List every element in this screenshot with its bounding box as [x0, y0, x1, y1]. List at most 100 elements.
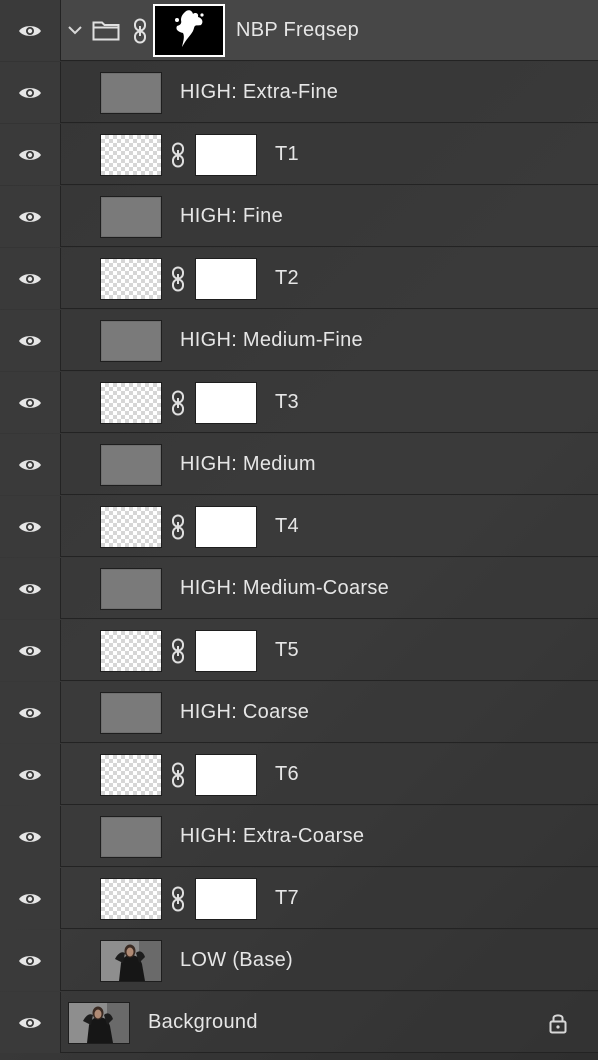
transparent-thumbnail[interactable]	[100, 382, 162, 424]
visibility-toggle[interactable]	[0, 186, 61, 247]
transparent-thumbnail[interactable]	[100, 506, 162, 548]
layer-name[interactable]: HIGH: Medium-Coarse	[180, 558, 389, 619]
layer-row[interactable]: T5	[0, 620, 598, 681]
group-name[interactable]: NBP Freqsep	[236, 0, 359, 61]
background-layer-row[interactable]: Background	[0, 992, 598, 1053]
layer-row[interactable]: HIGH: Extra-Fine	[0, 62, 598, 123]
link-icon[interactable]	[171, 638, 185, 664]
link-icon[interactable]	[171, 762, 185, 788]
layer-thumbnail[interactable]	[100, 692, 162, 734]
eye-icon	[19, 459, 41, 470]
layer-group-row[interactable]: NBP Freqsep	[0, 0, 598, 61]
mask-thumbnail[interactable]	[195, 506, 257, 548]
layer-name[interactable]: T1	[275, 124, 299, 185]
layer-row[interactable]: T4	[0, 496, 598, 557]
eye-icon	[19, 149, 41, 160]
link-icon[interactable]	[171, 886, 185, 912]
visibility-toggle[interactable]	[0, 992, 61, 1053]
transparent-thumbnail[interactable]	[100, 258, 162, 300]
link-icon[interactable]	[171, 514, 185, 540]
layer-row[interactable]: T2	[0, 248, 598, 309]
layer-thumbnail[interactable]	[100, 72, 162, 114]
layer-row[interactable]: T6	[0, 744, 598, 805]
layers-panel: NBP Freqsep HIGH: Extra-Fine T1 HIGH: Fine…	[0, 0, 598, 1060]
visibility-toggle[interactable]	[0, 868, 61, 929]
eye-icon	[19, 211, 41, 222]
layer-name[interactable]: HIGH: Fine	[180, 186, 283, 247]
layer-name[interactable]: T2	[275, 248, 299, 309]
layer-row[interactable]: T7	[0, 868, 598, 929]
portrait-image	[101, 941, 161, 981]
mask-thumbnail[interactable]	[195, 630, 257, 672]
transparent-thumbnail[interactable]	[100, 878, 162, 920]
layer-row[interactable]: HIGH: Coarse	[0, 682, 598, 743]
background-name[interactable]: Background	[148, 992, 258, 1053]
visibility-toggle[interactable]	[0, 434, 61, 495]
photo-thumbnail[interactable]	[68, 1002, 130, 1044]
eye-icon	[19, 397, 41, 408]
mask-thumbnail[interactable]	[195, 134, 257, 176]
layer-name[interactable]: LOW (Base)	[180, 930, 293, 991]
visibility-toggle[interactable]	[0, 930, 61, 991]
layer-name[interactable]: T4	[275, 496, 299, 557]
eye-icon	[19, 87, 41, 98]
mask-thumbnail[interactable]	[195, 754, 257, 796]
layer-row[interactable]: HIGH: Medium-Fine	[0, 310, 598, 371]
link-icon[interactable]	[171, 390, 185, 416]
layer-thumbnail[interactable]	[100, 568, 162, 610]
visibility-toggle[interactable]	[0, 558, 61, 619]
layer-thumbnail[interactable]	[100, 320, 162, 362]
visibility-toggle[interactable]	[0, 62, 61, 123]
layer-row[interactable]: HIGH: Extra-Coarse	[0, 806, 598, 867]
link-icon[interactable]	[171, 142, 185, 168]
visibility-toggle[interactable]	[0, 496, 61, 557]
layer-name[interactable]: T7	[275, 868, 299, 929]
mask-thumbnail[interactable]	[195, 382, 257, 424]
layer-thumbnail[interactable]	[100, 816, 162, 858]
transparent-thumbnail[interactable]	[100, 134, 162, 176]
eye-icon	[19, 831, 41, 842]
chevron-down-icon[interactable]	[66, 21, 84, 39]
folder-icon	[92, 21, 120, 41]
layer-name[interactable]: HIGH: Coarse	[180, 682, 309, 743]
mask-thumbnail[interactable]	[195, 878, 257, 920]
layer-name[interactable]: HIGH: Extra-Coarse	[180, 806, 364, 867]
lock-icon[interactable]	[546, 1011, 570, 1035]
layer-row[interactable]: LOW (Base)	[0, 930, 598, 991]
eye-icon	[19, 25, 41, 36]
eye-icon	[19, 335, 41, 346]
layer-name[interactable]: T3	[275, 372, 299, 433]
mask-shape-icon	[175, 10, 204, 47]
layer-thumbnail[interactable]	[100, 196, 162, 238]
layer-name[interactable]: T6	[275, 744, 299, 805]
eye-icon	[19, 769, 41, 780]
visibility-toggle[interactable]	[0, 682, 61, 743]
link-icon[interactable]	[133, 18, 147, 44]
layer-row[interactable]: T3	[0, 372, 598, 433]
layer-name[interactable]: T5	[275, 620, 299, 681]
layer-thumbnail[interactable]	[100, 444, 162, 486]
layer-row[interactable]: T1	[0, 124, 598, 185]
transparent-thumbnail[interactable]	[100, 630, 162, 672]
visibility-toggle[interactable]	[0, 248, 61, 309]
layer-row[interactable]: HIGH: Medium	[0, 434, 598, 495]
layer-row[interactable]: HIGH: Medium-Coarse	[0, 558, 598, 619]
layer-name[interactable]: HIGH: Extra-Fine	[180, 62, 338, 123]
visibility-toggle[interactable]	[0, 124, 61, 185]
visibility-toggle[interactable]	[0, 620, 61, 681]
layer-name[interactable]: HIGH: Medium-Fine	[180, 310, 363, 371]
eye-icon	[19, 273, 41, 284]
visibility-toggle[interactable]	[0, 372, 61, 433]
photo-thumbnail[interactable]	[100, 940, 162, 982]
layer-row[interactable]: HIGH: Fine	[0, 186, 598, 247]
visibility-toggle[interactable]	[0, 744, 61, 805]
link-icon[interactable]	[171, 266, 185, 292]
mask-thumbnail[interactable]	[195, 258, 257, 300]
layer-name[interactable]: HIGH: Medium	[180, 434, 316, 495]
transparent-thumbnail[interactable]	[100, 754, 162, 796]
visibility-toggle[interactable]	[0, 310, 61, 371]
mask-thumbnail[interactable]	[153, 4, 225, 57]
eye-icon	[19, 521, 41, 532]
visibility-toggle[interactable]	[0, 0, 61, 61]
visibility-toggle[interactable]	[0, 806, 61, 867]
